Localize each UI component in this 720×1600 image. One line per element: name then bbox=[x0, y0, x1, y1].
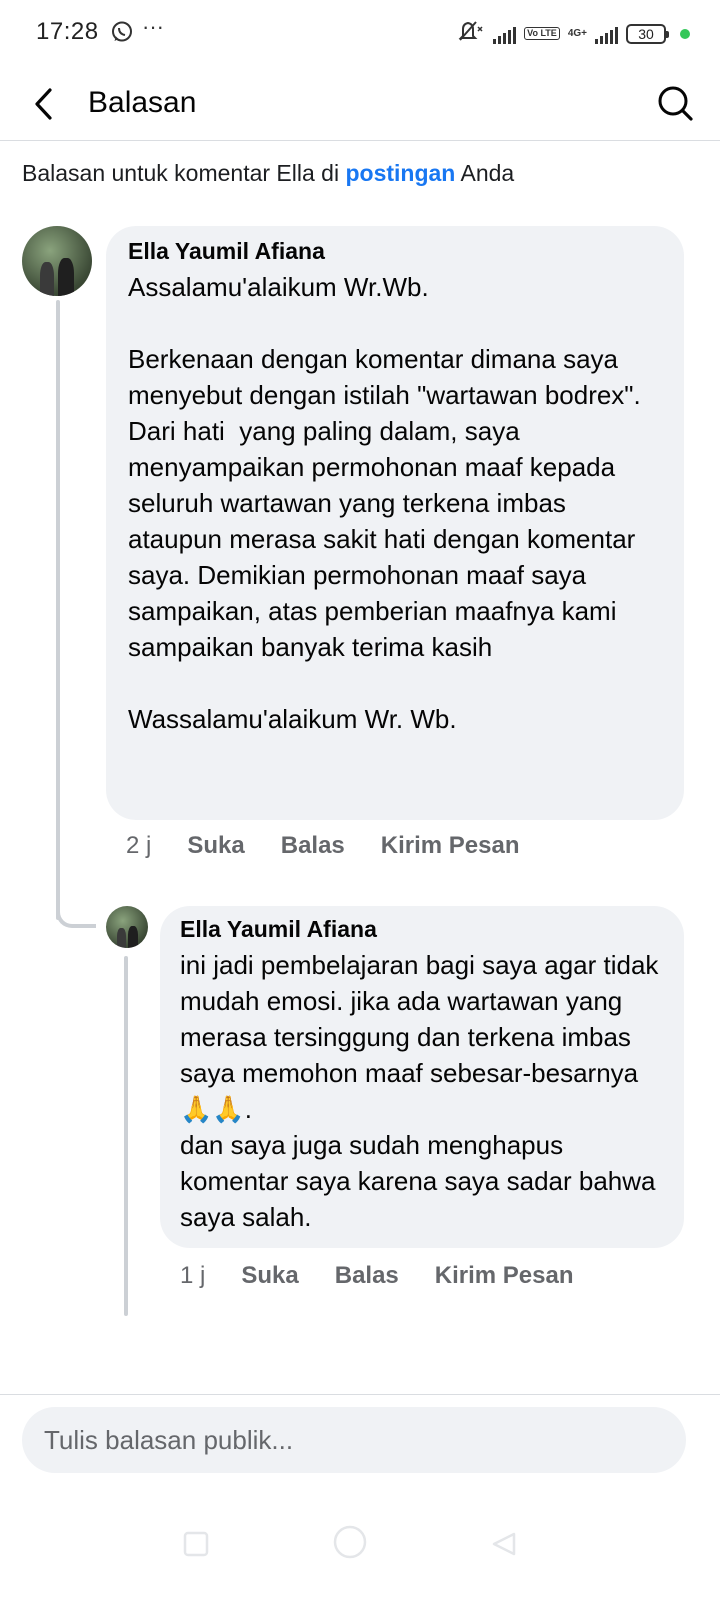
battery-icon: 30 bbox=[626, 23, 669, 44]
back-nav-button[interactable] bbox=[490, 1530, 518, 1563]
like-button[interactable]: Suka bbox=[241, 1262, 298, 1290]
comment-text: Assalamu'alaikum Wr.Wb. Berkenaan dengan… bbox=[128, 272, 641, 734]
home-icon bbox=[333, 1525, 367, 1559]
network-type: 4G+ bbox=[567, 27, 587, 39]
send-message-button[interactable]: Kirim Pesan bbox=[381, 832, 520, 860]
back-arrow-icon bbox=[35, 88, 52, 120]
reply-input[interactable]: Tulis balasan publik... bbox=[22, 1407, 686, 1473]
mute-icon bbox=[457, 20, 485, 47]
send-message-button[interactable]: Kirim Pesan bbox=[435, 1262, 574, 1290]
post-link[interactable]: postingan bbox=[345, 160, 455, 186]
reply-button[interactable]: Balas bbox=[281, 832, 345, 860]
reply-context: Balasan untuk komentar Ella di postingan… bbox=[22, 160, 514, 187]
comment-bubble[interactable]: Ella Yaumil Afiana Assalamu'alaikum Wr.W… bbox=[106, 226, 684, 820]
search-icon bbox=[658, 86, 693, 121]
reply-thread-line bbox=[124, 956, 128, 1316]
recents-button[interactable] bbox=[182, 1530, 210, 1563]
context-suffix: Anda bbox=[455, 160, 515, 186]
comment-time: 2 j bbox=[126, 832, 152, 859]
context-prefix: Balasan untuk komentar Ella di bbox=[22, 160, 346, 186]
comment-actions: 2 j Suka Balas Kirim Pesan bbox=[126, 832, 556, 860]
status-time: 17:28 bbox=[36, 18, 99, 45]
comment-author[interactable]: Ella Yaumil Afiana bbox=[128, 238, 662, 265]
page-title: Balasan bbox=[88, 86, 197, 119]
reply-button[interactable]: Balas bbox=[335, 1262, 399, 1290]
home-button[interactable] bbox=[332, 1524, 368, 1565]
system-nav-bar bbox=[0, 1500, 720, 1600]
avatar[interactable] bbox=[22, 226, 92, 296]
avatar[interactable] bbox=[106, 906, 148, 948]
reply-actions: 1 j Suka Balas Kirim Pesan bbox=[180, 1262, 610, 1290]
signal-icon-2 bbox=[595, 24, 618, 44]
signal-icon bbox=[493, 24, 517, 44]
thread-connector bbox=[56, 908, 96, 928]
reply-bubble[interactable]: Ella Yaumil Afiana ini jadi pembelajaran… bbox=[160, 906, 684, 1248]
back-button[interactable] bbox=[26, 84, 66, 124]
status-bar: 17:28 ··· Vo LTE 4G+ 30 bbox=[0, 0, 720, 66]
thread-line bbox=[56, 300, 60, 920]
volte-badge: Vo LTE bbox=[524, 27, 560, 40]
reply-author[interactable]: Ella Yaumil Afiana bbox=[180, 916, 664, 943]
search-button[interactable] bbox=[654, 82, 696, 124]
reply-text: ini jadi pembelajaran bagi saya agar tid… bbox=[180, 950, 659, 1232]
like-button[interactable]: Suka bbox=[187, 832, 244, 860]
privacy-indicator-dot bbox=[680, 28, 690, 39]
top-app-bar: Balasan bbox=[0, 66, 720, 141]
reply-time: 1 j bbox=[180, 1262, 206, 1289]
more-notifications-icon: ··· bbox=[142, 14, 164, 39]
back-triangle-icon bbox=[492, 1532, 516, 1556]
whatsapp-icon bbox=[110, 20, 134, 49]
composer-bar: Tulis balasan publik... bbox=[0, 1394, 720, 1515]
recents-icon bbox=[183, 1531, 209, 1557]
